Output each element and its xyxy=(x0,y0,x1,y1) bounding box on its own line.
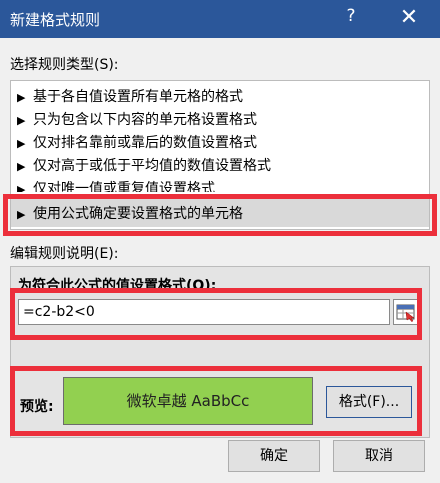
rule-type-item-label: 仅对排名靠前或靠后的数值设置格式 xyxy=(33,135,257,151)
preview-label: 预览: xyxy=(20,399,54,415)
rule-type-item-selected[interactable]: ▶ 使用公式确定要设置格式的单元格 xyxy=(11,199,429,227)
formula-label: 为符合此公式的值设置格式(O): xyxy=(18,278,217,294)
rule-type-list[interactable]: ▶ 基于各自值设置所有单元格的格式 ▶ 只为包含以下内容的单元格设置格式 ▶ 仅对排名… xyxy=(10,80,430,230)
rule-type-item[interactable]: ▶ 仅对唯一值或重复值设置格式 xyxy=(17,178,215,192)
title-bar: 新建格式规则 ? ✕ xyxy=(0,0,440,38)
rule-type-item-label: 基于各自值设置所有单元格的格式 xyxy=(33,89,243,105)
triangle-right-icon: ▶ xyxy=(17,183,26,192)
triangle-right-icon: ▶ xyxy=(17,160,26,173)
formula-input[interactable] xyxy=(18,299,390,325)
rule-type-item[interactable]: ▶ 基于各自值设置所有单元格的格式 xyxy=(17,86,243,108)
triangle-right-icon: ▶ xyxy=(17,208,26,221)
window-title: 新建格式规则 xyxy=(10,11,101,29)
rule-type-item-label: 只为包含以下内容的单元格设置格式 xyxy=(33,112,257,128)
triangle-right-icon: ▶ xyxy=(17,137,26,150)
triangle-right-icon: ▶ xyxy=(17,114,26,127)
help-icon[interactable]: ? xyxy=(340,6,362,30)
format-button[interactable]: 格式(F)... xyxy=(326,386,412,418)
range-select-icon xyxy=(396,304,415,322)
range-select-button[interactable] xyxy=(393,299,419,325)
rule-type-label: 选择规则类型(S): xyxy=(10,57,119,73)
rule-type-item[interactable]: ▶ 仅对高于或低于平均值的数值设置格式 xyxy=(17,155,271,177)
close-icon[interactable]: ✕ xyxy=(396,6,422,32)
triangle-right-icon: ▶ xyxy=(17,91,26,104)
rule-type-item-label: 仅对唯一值或重复值设置格式 xyxy=(33,181,215,192)
preview-sample: 微软卓越 AaBbCc xyxy=(63,377,313,425)
rule-type-item[interactable]: ▶ 只为包含以下内容的单元格设置格式 xyxy=(17,109,257,131)
rule-type-item-label: 使用公式确定要设置格式的单元格 xyxy=(33,206,243,222)
cancel-button[interactable]: 取消 xyxy=(333,440,425,472)
rule-type-item-label: 仅对高于或低于平均值的数值设置格式 xyxy=(33,158,271,174)
ok-button[interactable]: 确定 xyxy=(228,440,320,472)
edit-rule-label: 编辑规则说明(E): xyxy=(10,246,119,262)
rule-type-item[interactable]: ▶ 仅对排名靠前或靠后的数值设置格式 xyxy=(17,132,257,154)
